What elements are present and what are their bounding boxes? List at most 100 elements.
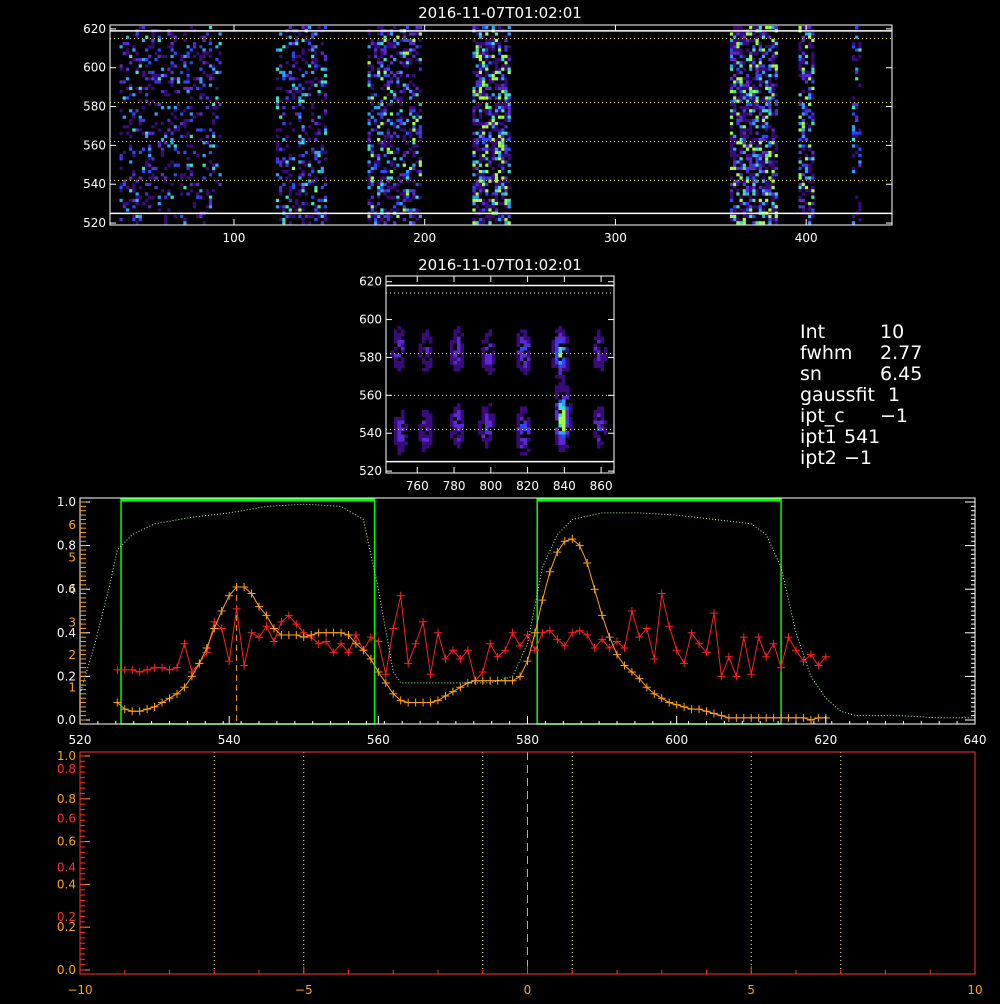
- heat-cell: [370, 144, 374, 148]
- heat-cell: [192, 115, 197, 119]
- heat-cell: [482, 134, 486, 138]
- series-red-point: [568, 628, 577, 637]
- heat-cell: [485, 38, 489, 42]
- heat-cell: [485, 96, 489, 100]
- y-orange-tick-label: 6: [68, 518, 76, 532]
- heat-cell: [485, 70, 489, 74]
- heat-cell: [498, 131, 502, 135]
- heat-cell: [122, 179, 126, 183]
- heat-cell: [314, 64, 318, 68]
- heat-cell: [186, 77, 190, 81]
- heat-cell: [412, 189, 416, 193]
- heat-cell: [402, 173, 406, 177]
- heat-cell: [402, 208, 406, 212]
- heat-cell: [516, 354, 520, 358]
- heat-cell: [749, 32, 753, 36]
- heat-cell: [475, 205, 479, 209]
- series-orange-point: [777, 713, 786, 722]
- info-value: 10: [880, 321, 905, 343]
- series-red-point: [389, 624, 398, 633]
- heat-cell: [755, 74, 759, 78]
- heat-cell: [383, 106, 387, 110]
- heat-cell: [733, 64, 737, 68]
- heat-cell: [558, 333, 562, 337]
- heat-cell: [516, 438, 520, 442]
- heat-cell: [409, 80, 413, 84]
- heat-cell: [771, 176, 775, 180]
- heat-cell: [733, 102, 737, 106]
- heat-cell: [768, 125, 772, 129]
- heat-cell: [491, 128, 495, 132]
- heat-cell: [555, 354, 559, 358]
- heat-cell: [288, 90, 292, 94]
- heat-cell: [394, 438, 398, 442]
- heat-cell: [282, 45, 286, 49]
- heat-cell: [742, 54, 746, 58]
- heat-cell: [491, 74, 495, 78]
- heat-cell: [492, 368, 496, 372]
- heat-cell: [562, 340, 566, 344]
- heat-cell: [858, 83, 862, 87]
- series-orange-point: [478, 676, 487, 685]
- heat-cell: [739, 32, 743, 36]
- heat-cell: [485, 32, 489, 36]
- heat-cell: [558, 354, 562, 358]
- heat-cell: [768, 45, 772, 49]
- heat-cell: [774, 42, 778, 46]
- heat-cell: [478, 173, 482, 177]
- heat-cell: [295, 38, 299, 42]
- heat-cell: [858, 42, 862, 46]
- heat-cell: [739, 163, 743, 167]
- heat-cell: [279, 186, 283, 190]
- heat-cell: [138, 186, 142, 190]
- heat-cell: [208, 205, 213, 209]
- heat-cell: [774, 166, 778, 170]
- heat-cell: [739, 166, 743, 170]
- x-tick-label: 840: [553, 479, 576, 493]
- heat-cell: [167, 192, 171, 196]
- heat-cell: [460, 333, 464, 337]
- heat-cell: [761, 208, 766, 212]
- heat-cell: [320, 67, 324, 71]
- heat-cell: [851, 45, 856, 49]
- heat-cell: [485, 86, 489, 90]
- heat-cell: [507, 138, 511, 142]
- heat-cell: [494, 32, 498, 36]
- heat-cell: [418, 431, 422, 435]
- heat-cell: [386, 214, 390, 218]
- series-orange-point: [545, 567, 554, 576]
- x-tick-label: 580: [516, 733, 539, 747]
- heat-cell: [367, 64, 371, 68]
- heat-cell: [771, 160, 775, 164]
- heat-cell: [485, 361, 489, 365]
- heat-cell: [475, 118, 479, 122]
- heat-cell: [215, 86, 219, 90]
- heat-cell: [752, 58, 756, 62]
- heat-cell: [858, 45, 862, 49]
- heat-cell: [752, 86, 756, 90]
- heat-cell: [858, 163, 862, 167]
- heat-cell: [396, 83, 400, 87]
- heat-cell: [523, 445, 527, 449]
- heat-cell: [380, 131, 384, 135]
- heat-cell: [739, 93, 743, 97]
- heat-cell: [425, 336, 429, 340]
- heat-cell: [739, 202, 743, 206]
- heat-cell: [409, 48, 413, 52]
- heat-cell: [555, 396, 559, 400]
- heat-cell: [739, 83, 743, 87]
- heat-cell: [501, 58, 505, 62]
- heat-cell: [765, 51, 769, 55]
- heat-cell: [402, 86, 406, 90]
- heat-cell: [314, 122, 318, 126]
- heat-cell: [311, 45, 315, 49]
- heat-cell: [157, 102, 161, 106]
- heat-cell: [138, 118, 142, 122]
- heat-cell: [811, 45, 815, 49]
- heat-cell: [523, 333, 527, 337]
- heat-cell: [565, 406, 569, 410]
- heat-cell: [733, 186, 737, 190]
- heat-cell: [173, 214, 177, 218]
- heat-cell: [604, 431, 608, 435]
- heat-cell: [749, 58, 753, 62]
